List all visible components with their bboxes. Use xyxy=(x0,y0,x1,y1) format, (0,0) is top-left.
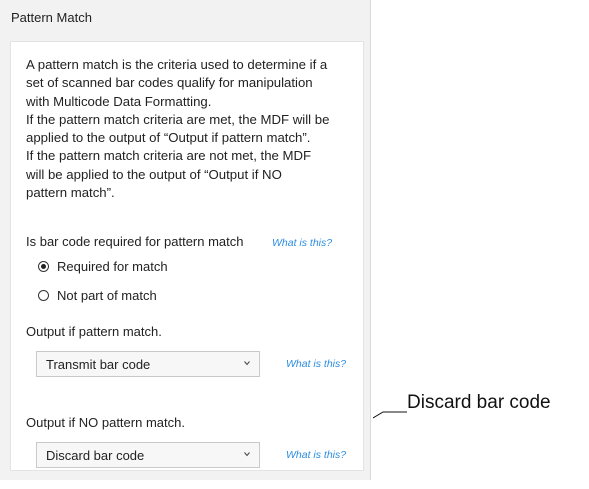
radio-unchecked-icon[interactable] xyxy=(38,290,49,301)
callout-text: Discard bar code xyxy=(407,392,551,413)
output-match-select[interactable]: Transmit bar code xyxy=(36,351,260,377)
output-match-label: Output if pattern match. xyxy=(26,324,162,339)
output-match-help-link[interactable]: What is this? xyxy=(286,358,346,370)
radio-checked-icon[interactable] xyxy=(38,261,49,272)
output-no-match-value: Discard bar code xyxy=(46,447,145,463)
chevron-down-icon xyxy=(244,452,250,457)
required-help-link[interactable]: What is this? xyxy=(272,237,332,249)
pattern-match-card: A pattern match is the criteria used to … xyxy=(10,41,364,471)
radio-required-for-match[interactable]: Required for match xyxy=(38,259,168,274)
output-no-match-select[interactable]: Discard bar code xyxy=(36,442,260,468)
radio-not-part-of-match[interactable]: Not part of match xyxy=(38,288,157,303)
radio-not-part-label: Not part of match xyxy=(57,288,157,303)
callout-leader-line xyxy=(373,411,407,419)
chevron-down-icon xyxy=(244,361,250,366)
radio-required-label: Required for match xyxy=(57,259,168,274)
pattern-match-description: A pattern match is the criteria used to … xyxy=(26,57,330,201)
output-no-match-help-link[interactable]: What is this? xyxy=(286,449,346,461)
output-match-value: Transmit bar code xyxy=(46,356,151,372)
required-question-label: Is bar code required for pattern match xyxy=(26,234,244,249)
pattern-match-panel: Pattern Match A pattern match is the cri… xyxy=(0,0,371,480)
panel-title: Pattern Match xyxy=(11,10,92,25)
output-no-match-label: Output if NO pattern match. xyxy=(26,415,185,430)
